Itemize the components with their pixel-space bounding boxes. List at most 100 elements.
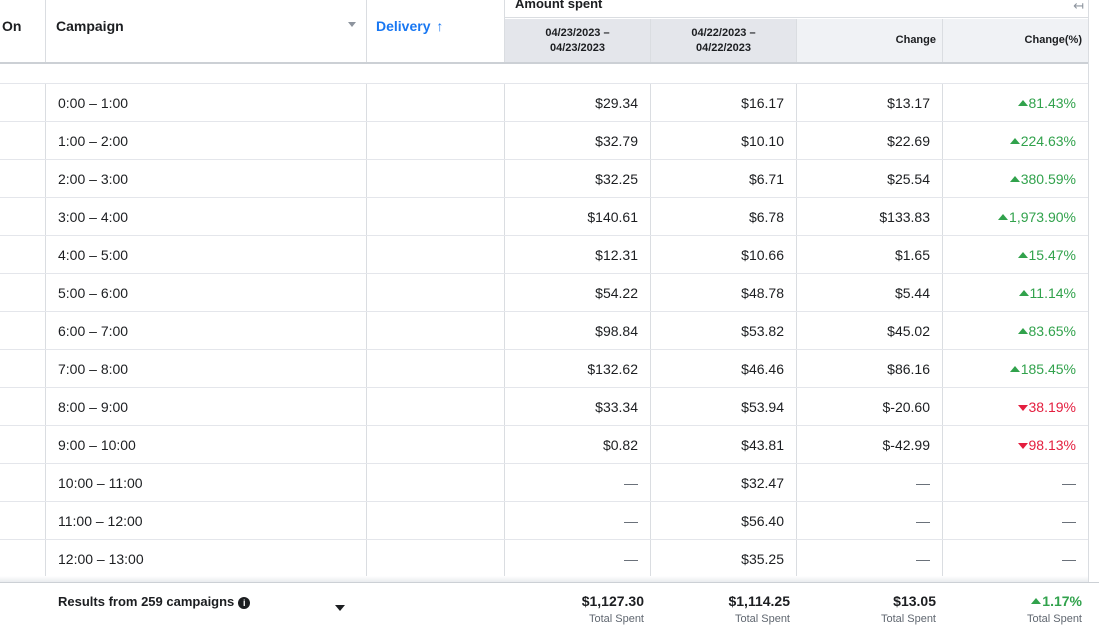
chevron-down-icon[interactable] <box>348 22 356 27</box>
column-header-date-2[interactable]: 04/22/2023 – 04/22/2023 <box>651 19 796 63</box>
triangle-down-icon <box>1017 405 1028 411</box>
row-time-range: 0:00 – 1:00 <box>58 95 129 111</box>
row-change-pct-text: 185.45% <box>1020 361 1076 377</box>
triangle-up-icon <box>998 214 1009 220</box>
row-change: $1.65 <box>894 247 930 263</box>
table-row[interactable]: 5:00 – 6:00 $54.22 $48.78 $5.44 11.14% <box>0 274 1088 312</box>
total-date-2-sub: Total Spent <box>734 613 790 625</box>
table-row[interactable]: 4:00 – 5:00 $12.31 $10.66 $1.65 15.47% <box>0 236 1088 274</box>
info-icon[interactable]: i <box>238 597 251 609</box>
table-row[interactable]: 1:00 – 2:00 $32.79 $10.10 $22.69 224.63% <box>0 122 1088 160</box>
row-time-range: 2:00 – 3:00 <box>58 171 129 187</box>
row-time-range: 6:00 – 7:00 <box>58 323 129 339</box>
row-spent-date-2: $48.78 <box>741 285 784 301</box>
total-date-1-value: $1,127.30 <box>581 593 644 609</box>
row-change-pct-text: 81.43% <box>1028 95 1076 111</box>
table-row[interactable]: 8:00 – 9:00 $33.34 $53.94 $-20.60 38.19% <box>0 388 1088 426</box>
change-pct-label: Change(%) <box>1024 34 1082 46</box>
row-change-pct-text: 38.19% <box>1028 399 1076 415</box>
column-header-campaign-label: Campaign <box>56 18 124 34</box>
row-change-pct-text: 83.65% <box>1028 323 1076 339</box>
row-change-pct: — <box>943 540 1076 578</box>
row-spent-date-1: — <box>624 513 638 529</box>
column-group-amount-spent: Amount spent ↤ <box>505 0 1088 18</box>
row-spent-date-1: $29.34 <box>595 95 638 111</box>
row-change-pct: 98.13% <box>943 426 1076 464</box>
sort-ascending-icon: ↑ <box>436 18 444 34</box>
row-spent-date-2: $35.25 <box>741 551 784 567</box>
row-time-range: 5:00 – 6:00 <box>58 285 129 301</box>
row-time-range: 8:00 – 9:00 <box>58 399 129 415</box>
caret-down-icon[interactable] <box>335 605 345 611</box>
row-time-range: 7:00 – 8:00 <box>58 361 129 377</box>
total-date-1: $1,127.30 Total Spent <box>511 593 644 625</box>
row-change-pct: 1,973.90% <box>943 198 1076 236</box>
column-header-on[interactable]: On <box>0 0 45 63</box>
row-change: $25.54 <box>887 171 930 187</box>
column-header-date-1[interactable]: 04/23/2023 – 04/23/2023 <box>505 19 650 63</box>
row-spent-date-1: $0.82 <box>602 437 638 453</box>
row-spent-date-1: $140.61 <box>587 209 638 225</box>
table-row[interactable]: 10:00 – 11:00 — $32.47 — — <box>0 464 1088 502</box>
row-change-pct-text: 380.59% <box>1020 171 1076 187</box>
triangle-down-icon <box>1017 443 1028 449</box>
row-change-pct: 15.47% <box>943 236 1076 274</box>
row-time-range: 11:00 – 12:00 <box>58 513 143 529</box>
triangle-up-icon <box>1009 138 1020 144</box>
row-spent-date-1: $32.25 <box>595 171 638 187</box>
triangle-up-icon <box>1017 252 1028 258</box>
row-spent-date-1: $33.34 <box>595 399 638 415</box>
table-row[interactable]: 0:00 – 1:00 $29.34 $16.17 $13.17 81.43% <box>0 84 1088 122</box>
table-row[interactable]: 9:00 – 10:00 $0.82 $43.81 $-42.99 98.13% <box>0 426 1088 464</box>
total-change-pct-text: 1.17% <box>1042 593 1082 609</box>
date-1-line-2: 04/23/2023 <box>549 42 606 54</box>
row-change-pct-text: 11.14% <box>1029 285 1076 301</box>
row-change-pct-text: — <box>1062 513 1076 529</box>
row-change-pct-text: — <box>1062 551 1076 567</box>
results-summary-label: Results from 259 campaigns <box>58 594 235 609</box>
column-header-delivery-label: Delivery <box>376 18 431 34</box>
table-row[interactable]: 3:00 – 4:00 $140.61 $6.78 $133.83 1,973.90% <box>0 198 1088 236</box>
column-header-campaign[interactable]: Campaign <box>46 0 366 63</box>
date-2-line-1: 04/22/2023 – <box>691 27 756 39</box>
column-header-change-pct[interactable]: Change(%) <box>943 19 1088 63</box>
triangle-up-icon <box>1009 176 1020 182</box>
column-header-change[interactable]: Change <box>797 19 942 63</box>
row-change-pct-text: — <box>1062 475 1076 491</box>
total-change: $13.05 Total Spent <box>803 593 936 625</box>
total-change-pct-value: 1.17% <box>949 593 1082 609</box>
row-spent-date-2: $10.66 <box>741 247 784 263</box>
row-change: — <box>916 551 930 567</box>
column-header-delivery[interactable]: Delivery ↑ <box>367 0 504 63</box>
row-spent-date-2: $6.78 <box>748 209 784 225</box>
row-change: $5.44 <box>894 285 930 301</box>
total-change-pct: 1.17% Total Spent <box>949 593 1082 625</box>
col-divider <box>1088 0 1089 641</box>
row-spent-date-1: $132.62 <box>587 361 638 377</box>
collapse-icon[interactable]: ↤ <box>1073 0 1084 14</box>
row-change: $22.69 <box>887 133 930 149</box>
total-change-value: $13.05 <box>893 593 936 609</box>
triangle-up-icon <box>1031 598 1042 604</box>
table-row[interactable]: 11:00 – 12:00 — $56.40 — — <box>0 502 1088 540</box>
row-spent-date-2: $10.10 <box>741 133 784 149</box>
table-row[interactable]: 2:00 – 3:00 $32.25 $6.71 $25.54 380.59% <box>0 160 1088 198</box>
row-change-pct: 11.14% <box>943 274 1076 312</box>
row-change: $13.17 <box>887 95 930 111</box>
row-change-pct: 224.63% <box>943 122 1076 160</box>
row-change-pct: — <box>943 502 1076 540</box>
row-spent-date-2: $56.40 <box>741 513 784 529</box>
row-spent-date-2: $53.94 <box>741 399 784 415</box>
row-change: $-42.99 <box>882 437 930 453</box>
row-change-pct-text: 98.13% <box>1028 437 1076 453</box>
total-date-2: $1,114.25 Total Spent <box>657 593 790 625</box>
table-row[interactable]: 7:00 – 8:00 $132.62 $46.46 $86.16 185.45% <box>0 350 1088 388</box>
amount-spent-title: Amount spent <box>515 0 603 11</box>
row-spent-date-2: $32.47 <box>741 475 784 491</box>
row-change: — <box>916 475 930 491</box>
table-row[interactable]: 6:00 – 7:00 $98.84 $53.82 $45.02 83.65% <box>0 312 1088 350</box>
table-row[interactable]: 12:00 – 13:00 — $35.25 — — <box>0 540 1088 578</box>
results-footer: Results from 259 campaigns i $1,127.30 To… <box>0 582 1099 641</box>
table-row-spacer <box>0 64 1088 84</box>
change-label: Change <box>895 34 936 46</box>
